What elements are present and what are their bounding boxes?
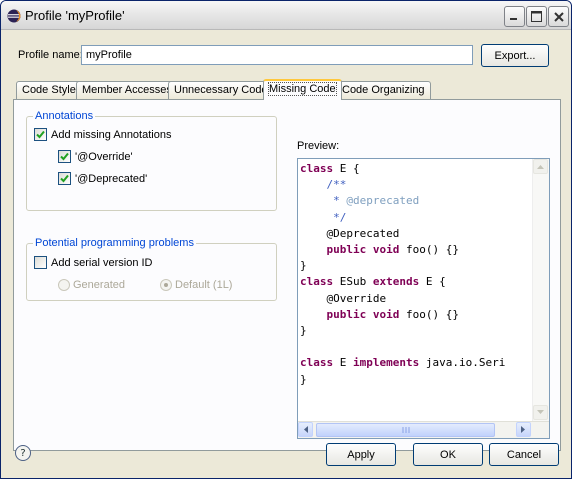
tab-member-accesses[interactable]: Member Accesses [76,81,178,99]
code-line: /** [300,178,347,192]
radio-dot [164,283,168,287]
checkbox-box [34,128,47,141]
code-line: public void foo() {} [326,307,459,321]
annotations-group: Annotations Add missing Annotations '@Ov… [26,110,277,211]
programming-problems-group-title: Potential programming problems [33,237,196,249]
checkbox-label: '@Override' [75,150,133,163]
cancel-button[interactable]: Cancel [489,443,559,466]
add-serial-version-checkbox[interactable]: Add serial version ID [34,256,153,269]
checkbox-box [34,256,47,269]
checkmark-icon [60,152,69,161]
arrow-up-icon [537,165,544,169]
radio-label: Default (1L) [175,279,233,291]
minimize-button[interactable] [504,6,525,27]
minimize-icon [510,18,517,20]
code-line: */ [300,210,347,224]
code-line: } [300,324,307,338]
checkbox-label: Add serial version ID [51,256,153,269]
radio-label: Generated [73,279,125,291]
dialog-window: Profile 'myProfile' Profile name: myProf… [0,0,572,479]
code-line: class E { [300,162,360,175]
annotations-group-title: Annotations [33,110,96,122]
tab-code-organizing[interactable]: Code Organizing [336,81,431,99]
checkbox-box [58,150,71,163]
checkbox-box [58,172,71,185]
code-line: public void foo() {} [326,243,459,257]
code-line: } [300,372,307,386]
tab-label: Member Accesses [82,84,172,96]
generated-radio[interactable]: Generated [58,279,125,291]
scroll-down-button[interactable] [533,405,548,420]
add-missing-annotations-checkbox[interactable]: Add missing Annotations [34,128,171,141]
vertical-scrollbar[interactable] [532,159,549,422]
arrow-left-icon [304,426,308,433]
profile-name-input[interactable]: myProfile [81,45,473,65]
arrow-down-icon [537,410,544,414]
override-checkbox[interactable]: '@Override' [58,150,133,163]
grip-icon [402,427,409,433]
ok-button[interactable]: OK [413,443,483,466]
checkmark-icon [60,174,69,183]
checkbox-label: '@Deprecated' [75,172,148,185]
preview-label: Preview: [297,140,340,152]
export-button[interactable]: Export... [481,44,549,67]
tab-unnecessary-code[interactable]: Unnecessary Code [168,81,274,99]
code-line: class E implements java.io.Seri [300,356,506,370]
tab-missing-code[interactable]: Missing Code [263,79,342,100]
apply-button[interactable]: Apply [326,443,396,466]
code-line: * @deprecated [300,194,420,208]
checkbox-label: Add missing Annotations [51,128,172,141]
preview-pane[interactable]: class E { /** * @deprecated */ @Deprecat… [297,158,550,439]
profile-name-label: Profile name: [18,49,83,61]
radio-circle [160,279,172,291]
checkmark-icon [36,130,45,139]
title-bar[interactable]: Profile 'myProfile' [1,1,571,30]
close-icon [553,11,564,22]
scroll-left-button[interactable] [298,422,313,437]
arrow-right-icon [521,426,525,433]
default-radio[interactable]: Default (1L) [160,279,232,291]
missing-code-panel: Annotations Add missing Annotations '@Ov… [13,99,561,451]
tab-label: Missing Code [268,82,337,96]
tab-label: Code Style [22,84,76,96]
horizontal-scrollbar[interactable] [298,421,549,438]
preview-code: class E { /** * @deprecated */ @Deprecat… [300,161,532,421]
deprecated-checkbox[interactable]: '@Deprecated' [58,172,147,185]
scroll-right-button[interactable] [516,422,531,437]
code-line: @Deprecated [300,226,400,240]
tab-code-style[interactable]: Code Style [16,81,82,99]
code-line: } [300,259,307,273]
programming-problems-group: Potential programming problems Add seria… [26,237,277,301]
radio-circle [58,279,70,291]
scroll-thumb[interactable] [316,423,495,437]
close-button[interactable] [548,6,569,27]
code-line: @Override [300,291,387,305]
code-line: class ESub extends E { [300,275,446,289]
maximize-button[interactable] [526,6,547,27]
tab-label: Code Organizing [342,84,425,96]
maximize-icon [531,11,542,22]
dialog-content: Profile name: myProfile Export... Code S… [1,31,571,478]
help-icon[interactable]: ? [15,445,31,461]
scroll-up-button[interactable] [533,159,548,174]
window-title: Profile 'myProfile' [25,8,125,23]
eclipse-icon [7,9,21,23]
tab-label: Unnecessary Code [174,84,268,96]
